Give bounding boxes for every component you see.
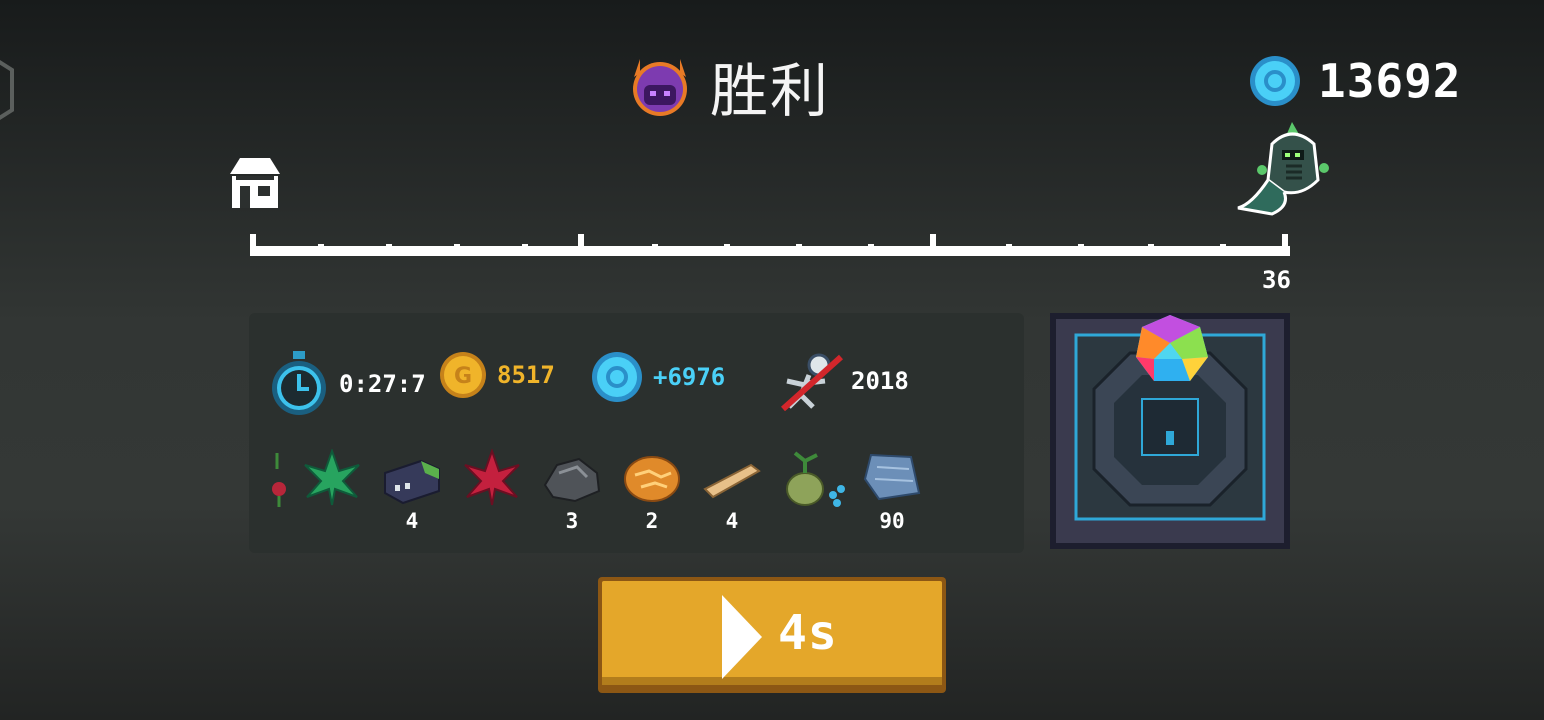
results-panel: 0:27:7 G 8517 +6976 2018 4 3 2 4 90 [249, 313, 1024, 553]
seed-sprout-icon [786, 451, 845, 507]
loot-item-red-maple-leaf [461, 447, 525, 509]
loot-item-blue-cloth [861, 449, 925, 509]
progress-tick [652, 244, 658, 256]
gem-icon [1250, 56, 1300, 106]
progress-tick [796, 244, 802, 256]
battery-brick-icon [384, 459, 440, 505]
time-value: 0:27:7 [339, 370, 426, 398]
loot-count-coal-rock: 3 [565, 509, 579, 533]
gems-stat: +6976 [591, 351, 725, 403]
play-icon [722, 595, 762, 679]
blue-cloth-icon [863, 453, 921, 501]
progress-tick [1078, 244, 1084, 256]
red-maple-leaf-icon [464, 447, 520, 506]
kills-stat: 2018 [779, 351, 909, 411]
loot-item-wood-plank [701, 449, 765, 509]
progress-tick [522, 244, 528, 256]
coal-rock-icon [543, 457, 601, 503]
loot-count-amber-ore: 2 [645, 509, 659, 533]
countdown-label: 4s [778, 605, 838, 661]
gold-coin-icon: G [440, 352, 486, 398]
svg-text:G: G [454, 364, 472, 389]
loot-count-blue-cloth: 90 [879, 509, 905, 533]
skeleton-kills-icon [780, 353, 844, 411]
loot-item-coal-rock [541, 449, 605, 509]
continue-button-bg [598, 577, 946, 693]
reward-pedestal-frame[interactable] [1050, 313, 1290, 549]
continue-button[interactable]: 4s [598, 577, 946, 693]
loot-item-green-leaf [301, 447, 365, 509]
progress-tick [1148, 244, 1154, 256]
kills-value: 2018 [851, 367, 909, 395]
loot-count-wood-plank: 4 [725, 509, 739, 533]
demon-helmet-icon [633, 59, 687, 116]
progress-tick [250, 234, 256, 256]
stopwatch-icon [272, 351, 326, 415]
side-hex-icon[interactable] [0, 52, 14, 128]
loot-count-battery-brick: 4 [405, 509, 419, 533]
amber-ore-icon [624, 456, 680, 502]
victory-header: 胜利 [628, 46, 830, 126]
progress-tick [930, 234, 936, 256]
loot-item-seed-sprout [781, 449, 845, 509]
naga-boss-icon [1237, 122, 1329, 216]
wood-plank-icon [703, 463, 761, 499]
gem-total-value: 13692 [1318, 54, 1462, 108]
progress-tick [318, 244, 324, 256]
green-leaf-icon [304, 447, 360, 506]
gold-value: 8517 [497, 361, 555, 389]
stage-progress-bar [250, 234, 1290, 256]
gem-icon [592, 352, 642, 402]
progress-tick [1006, 244, 1012, 256]
loot-item-battery-brick [381, 449, 445, 509]
page-title: 胜利 [710, 57, 831, 125]
progress-tick [578, 234, 584, 256]
progress-tick [1220, 244, 1226, 256]
progress-tick [868, 244, 874, 256]
home-icon [230, 158, 280, 208]
progress-tick [1282, 234, 1288, 256]
gem-total-counter: 13692 [1248, 54, 1461, 108]
gold-stat: G 8517 [439, 351, 555, 399]
time-stat: 0:27:7 [269, 351, 426, 417]
loot-item-amber-ore [621, 449, 685, 509]
level-number: 36 [1262, 266, 1291, 294]
progress-tick [454, 244, 460, 256]
progress-fill [250, 246, 1290, 256]
progress-tick [724, 244, 730, 256]
gems-earned-value: +6976 [653, 363, 726, 391]
red-flower-sprout-icon [272, 453, 286, 507]
progress-tick [386, 244, 392, 256]
